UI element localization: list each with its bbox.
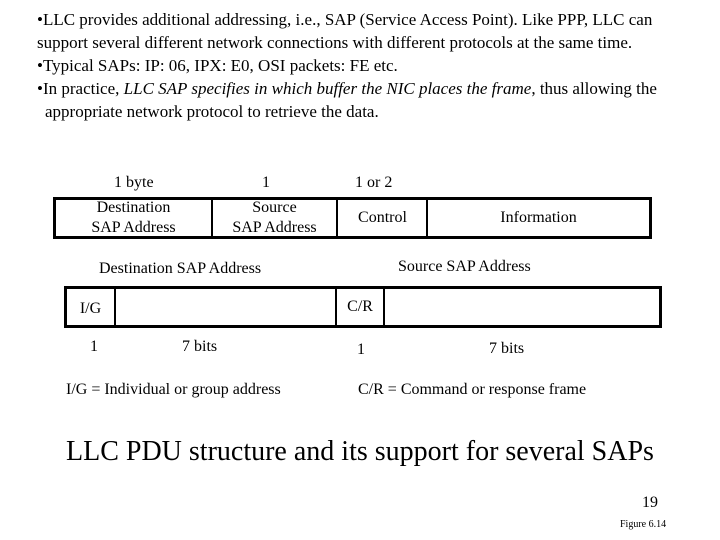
bullet-in-practice: •In practice, LLC SAP specifies in which… xyxy=(37,77,707,100)
dest-sap-label: Destination SAP Address xyxy=(99,260,262,277)
field-information-label: Information xyxy=(500,209,577,226)
ig-bit-count: 1 xyxy=(90,338,98,355)
ig-bit: I/G xyxy=(67,289,114,325)
dest-addr-bits xyxy=(116,289,335,325)
field-ssap-line1: Source xyxy=(252,199,297,216)
dest-bit-count: 7 bits xyxy=(182,338,218,355)
size-dsap: 1 byte xyxy=(114,174,154,191)
cr-label: C/R xyxy=(347,298,373,315)
field-dsap: Destination SAP Address xyxy=(56,199,211,236)
field-dsap-line2: SAP Address xyxy=(91,219,176,236)
bullet-suffix: , thus allowing the xyxy=(531,79,657,98)
ig-label: I/G xyxy=(79,300,102,317)
size-control: 1 or 2 xyxy=(355,174,393,191)
bullet-llc-addressing: •LLC provides additional addressing, i.e… xyxy=(37,10,653,52)
ig-definition: I/G = Individual or group address xyxy=(66,381,281,398)
src-sap-label: Source SAP Address xyxy=(398,258,531,275)
field-dsap-line1: Destination xyxy=(96,199,171,216)
bullet-prefix: •In practice, xyxy=(37,79,124,98)
src-addr-bits xyxy=(385,289,659,325)
bullet-italic: LLC SAP specifies in which buffer the NI… xyxy=(123,79,532,98)
bullet-list: •LLC provides additional addressing, i.e… xyxy=(37,8,707,123)
field-ssap-line2: SAP Address xyxy=(232,219,317,236)
bullet-continuation: appropriate network protocol to retrieve… xyxy=(45,102,379,121)
bullet-typical-saps: •Typical SAPs: IP: 06, IPX: E0, OSI pack… xyxy=(37,56,398,75)
figure-label: Figure 6.14 xyxy=(620,519,667,530)
field-ssap: Source SAP Address xyxy=(213,199,336,236)
address-frame: I/G C/R xyxy=(64,286,662,328)
cr-bit: C/R xyxy=(337,289,383,325)
cr-definition: C/R = Command or response frame xyxy=(358,381,587,398)
field-control-label: Control xyxy=(358,209,407,226)
slide-caption: LLC PDU structure and its support for se… xyxy=(66,436,654,467)
cr-bit-count: 1 xyxy=(357,341,365,358)
size-ssap: 1 xyxy=(262,174,270,191)
pdu-frame: Destination SAP Address Source SAP Addre… xyxy=(53,197,652,239)
field-information: Information xyxy=(428,200,649,236)
src-bit-count: 7 bits xyxy=(489,340,525,357)
page-number: 19 xyxy=(642,494,658,511)
field-control: Control xyxy=(338,200,427,236)
